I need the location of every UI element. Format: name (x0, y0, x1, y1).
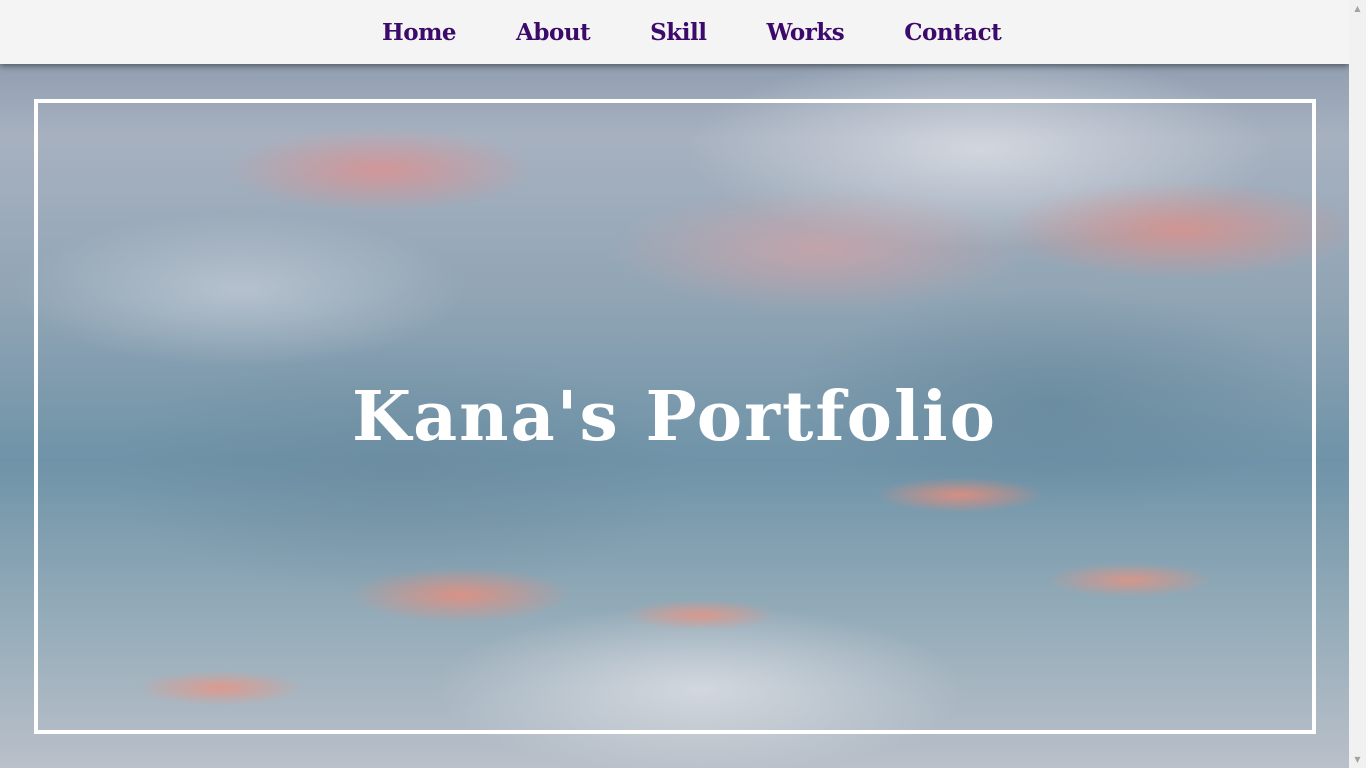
nav-item-contact[interactable]: Contact (889, 19, 1016, 46)
nav-item-works[interactable]: Works (751, 19, 859, 46)
nav-item-home[interactable]: Home (367, 19, 471, 46)
page: Kana's Portfolio Home About Skill Works … (0, 0, 1349, 768)
vertical-scrollbar[interactable]: ▲ ▼ (1349, 0, 1366, 768)
hero-title: Kana's Portfolio (352, 377, 997, 457)
top-navbar: Home About Skill Works Contact (0, 0, 1349, 64)
scrollbar-thumb[interactable] (1351, 17, 1364, 751)
nav-list: Home About Skill Works Contact (352, 0, 1031, 64)
scroll-down-arrow-icon[interactable]: ▼ (1349, 751, 1366, 768)
scroll-up-arrow-icon[interactable]: ▲ (1349, 0, 1366, 17)
nav-item-skill[interactable]: Skill (635, 19, 721, 46)
hero-section: Kana's Portfolio (0, 0, 1349, 768)
nav-item-about[interactable]: About (501, 19, 605, 46)
